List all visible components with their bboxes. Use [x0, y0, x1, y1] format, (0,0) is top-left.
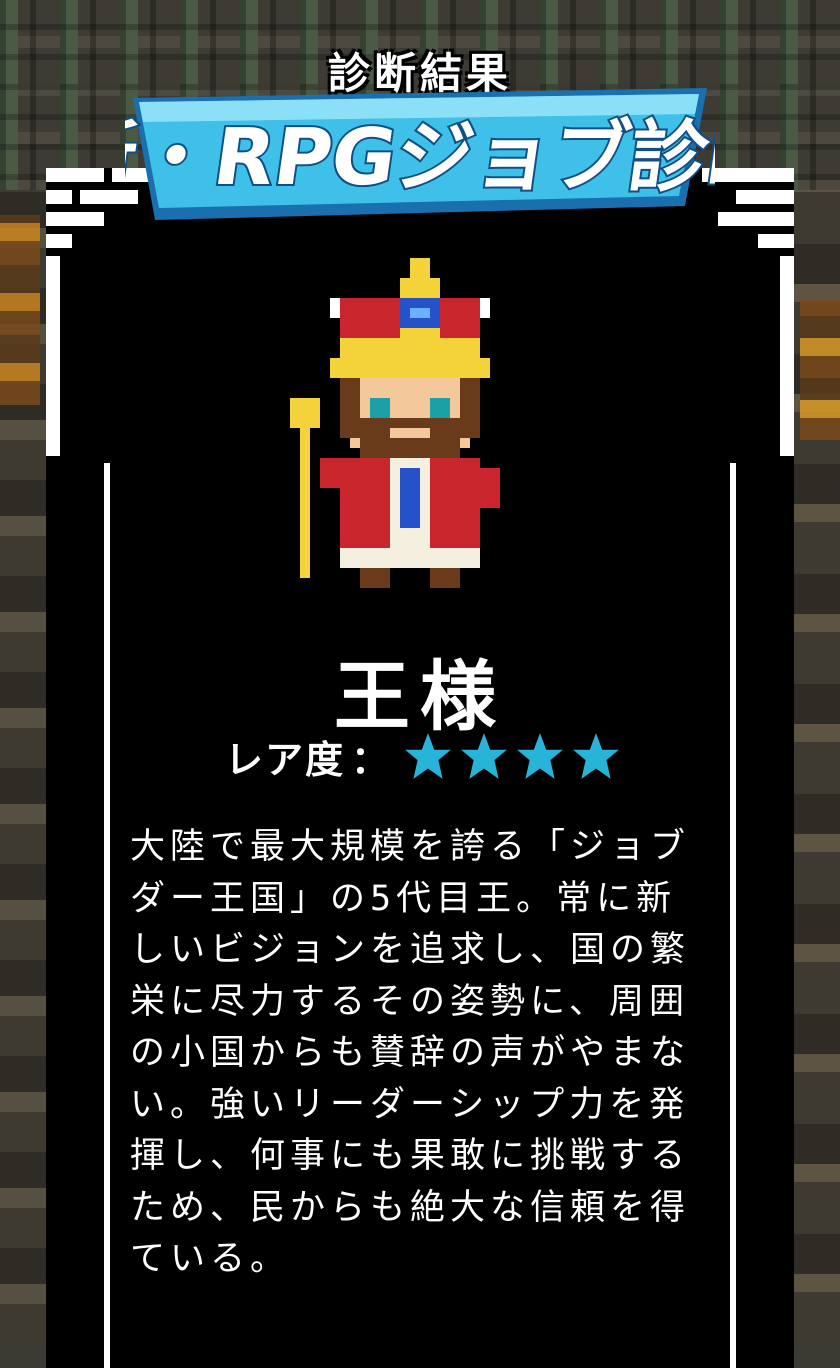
rarity-star-icon [405, 733, 451, 779]
torch-glow-left [0, 215, 40, 405]
job-description: 大陸で最大規模を誇る「ジョブダー王国」の5代目王。常に新しいビジョンを追求し、国… [130, 827, 691, 1279]
rarity-star-icon [517, 733, 563, 779]
torch-glow-right [800, 300, 840, 440]
rarity-stars [403, 731, 621, 781]
logo-text: 新・RPGジョブ診断 [125, 112, 715, 203]
king-sprite-icon [290, 258, 500, 588]
panel-border-left [104, 463, 110, 1368]
rarity-row: レア度 ： [225, 728, 621, 784]
rarity-label: レア度 [225, 737, 346, 782]
rarity-star-icon [573, 733, 619, 779]
rarity-star-icon [461, 733, 507, 779]
game-logo: 新・RPGジョブ診断 [125, 88, 715, 220]
rarity-separator: ： [351, 737, 390, 782]
panel-border-right [730, 463, 736, 1368]
